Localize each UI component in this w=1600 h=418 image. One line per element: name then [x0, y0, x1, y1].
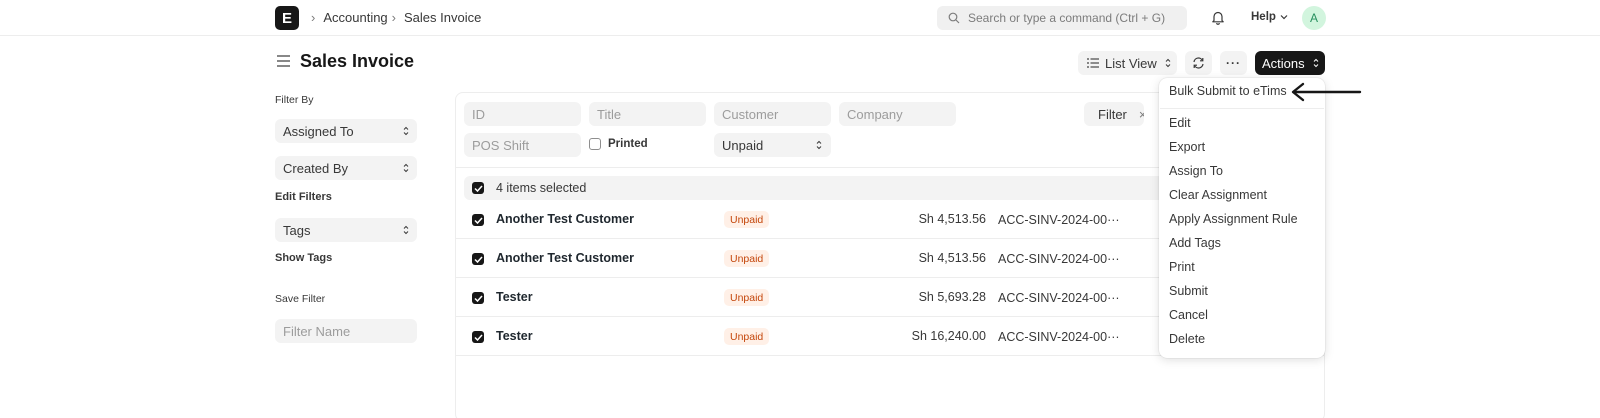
status-filter-value: Unpaid — [722, 137, 764, 153]
filter-by-label: Filter By — [275, 94, 314, 106]
company-filter-input[interactable]: Company — [839, 102, 956, 126]
check-icon — [473, 333, 483, 341]
assigned-to-label: Assigned To — [283, 123, 354, 139]
tags-select[interactable]: Tags — [275, 218, 417, 242]
refresh-icon — [1193, 57, 1204, 69]
edit-filters-link[interactable]: Edit Filters — [275, 191, 332, 203]
menu-item-delete[interactable]: Delete — [1169, 332, 1205, 346]
row-title[interactable]: Tester — [496, 290, 533, 304]
select-arrows-icon — [1313, 58, 1318, 68]
row-title[interactable]: Another Test Customer — [496, 251, 634, 265]
row-title[interactable]: Another Test Customer — [496, 212, 634, 226]
clear-filter-icon[interactable]: × — [1139, 107, 1144, 122]
select-arrows-icon — [816, 140, 822, 150]
row-checkbox[interactable] — [472, 214, 484, 226]
actions-dropdown-menu: Bulk Submit to eTims Edit Export Assign … — [1159, 78, 1325, 358]
row-doc-name: ACC-SINV-2024-00··· — [998, 330, 1120, 344]
menu-item-apply-assignment-rule[interactable]: Apply Assignment Rule — [1169, 212, 1298, 226]
ellipsis-icon: ··· — [1226, 56, 1241, 70]
check-icon — [473, 255, 483, 263]
save-filter-label: Save Filter — [275, 293, 326, 305]
breadcrumb: › Accounting › Sales Invoice — [308, 10, 481, 25]
id-filter-input[interactable]: ID — [464, 102, 581, 126]
select-arrows-icon — [1165, 58, 1171, 68]
actions-button[interactable]: Actions — [1255, 51, 1325, 75]
page-title: Sales Invoice — [300, 51, 415, 71]
status-badge: Unpaid — [724, 211, 770, 228]
sidebar-toggle-icon[interactable] — [277, 55, 290, 70]
select-arrows-icon — [403, 126, 409, 136]
chevron-right-icon: › — [311, 10, 316, 25]
menu-item-assign-to[interactable]: Assign To — [1169, 164, 1223, 178]
chevron-down-icon — [1280, 15, 1288, 20]
annotation-arrow-icon — [1291, 82, 1362, 102]
search-bar[interactable]: Search or type a command (Ctrl + G) — [937, 6, 1187, 30]
tags-label: Tags — [283, 222, 311, 238]
breadcrumb-sales-invoice[interactable]: Sales Invoice — [404, 10, 481, 25]
row-checkbox[interactable] — [472, 253, 484, 265]
menu-item-submit[interactable]: Submit — [1169, 284, 1208, 298]
select-all-checkbox[interactable] — [472, 182, 484, 194]
menu-item-cancel[interactable]: Cancel — [1169, 308, 1208, 322]
row-checkbox[interactable] — [472, 292, 484, 304]
menu-divider — [1160, 108, 1324, 109]
select-arrows-icon — [403, 225, 409, 235]
created-by-select[interactable]: Created By — [275, 156, 417, 180]
menu-item-add-tags[interactable]: Add Tags — [1169, 236, 1221, 250]
refresh-button[interactable] — [1185, 51, 1212, 75]
notifications-bell-icon[interactable] — [1211, 10, 1225, 28]
row-doc-name: ACC-SINV-2024-00··· — [998, 291, 1120, 305]
printed-label: Printed — [608, 138, 648, 150]
chevron-right-icon: › — [391, 10, 397, 25]
status-filter-select[interactable]: Unpaid — [714, 133, 831, 157]
menu-item-bulk-submit-etims[interactable]: Bulk Submit to eTims — [1169, 84, 1287, 98]
menu-item-export[interactable]: Export — [1169, 140, 1205, 154]
status-badge: Unpaid — [724, 328, 770, 345]
navbar: E › Accounting › Sales Invoice Search or… — [0, 0, 1600, 36]
menu-item-edit[interactable]: Edit — [1169, 116, 1191, 130]
row-doc-name: ACC-SINV-2024-00··· — [998, 252, 1120, 266]
filter-label: Filter — [1098, 106, 1127, 122]
breadcrumb-accounting[interactable]: Accounting — [323, 10, 387, 25]
list-icon — [1087, 58, 1099, 68]
row-amount: Sh 5,693.28 — [918, 290, 986, 304]
app-logo[interactable]: E — [275, 6, 299, 30]
row-amount: Sh 16,240.00 — [911, 329, 986, 343]
row-title[interactable]: Tester — [496, 329, 533, 343]
search-placeholder: Search or type a command (Ctrl + G) — [968, 11, 1166, 25]
row-amount: Sh 4,513.56 — [918, 212, 986, 226]
created-by-label: Created By — [283, 160, 349, 176]
help-dropdown[interactable]: Help — [1251, 11, 1288, 23]
selection-count: 4 items selected — [496, 181, 587, 195]
assigned-to-select[interactable]: Assigned To — [275, 119, 417, 143]
check-icon — [473, 294, 483, 302]
check-icon — [473, 184, 483, 192]
list-view-label: List View — [1105, 55, 1157, 71]
check-icon — [473, 216, 483, 224]
status-badge: Unpaid — [724, 250, 770, 267]
customer-filter-input[interactable]: Customer — [714, 102, 831, 126]
help-label: Help — [1251, 11, 1276, 23]
select-arrows-icon — [403, 163, 409, 173]
avatar-letter: A — [1309, 11, 1318, 25]
pos-shift-filter-input[interactable]: POS Shift — [464, 133, 581, 157]
actions-label: Actions — [1262, 55, 1305, 71]
menu-item-print[interactable]: Print — [1169, 260, 1195, 274]
status-badge: Unpaid — [724, 289, 770, 306]
filter-button[interactable]: Filter × — [1084, 102, 1144, 126]
filter-name-input[interactable]: Filter Name — [275, 319, 417, 343]
more-options-button[interactable]: ··· — [1220, 51, 1247, 75]
search-icon — [948, 12, 960, 24]
menu-item-clear-assignment[interactable]: Clear Assignment — [1169, 188, 1267, 202]
app-logo-letter: E — [281, 9, 292, 27]
row-doc-name: ACC-SINV-2024-00··· — [998, 213, 1120, 227]
show-tags-link[interactable]: Show Tags — [275, 252, 332, 264]
avatar[interactable]: A — [1302, 6, 1326, 30]
printed-filter[interactable]: Printed — [589, 138, 648, 150]
title-filter-input[interactable]: Title — [589, 102, 706, 126]
printed-checkbox[interactable] — [589, 138, 601, 150]
row-amount: Sh 4,513.56 — [918, 251, 986, 265]
row-checkbox[interactable] — [472, 331, 484, 343]
list-view-button[interactable]: List View — [1078, 51, 1177, 75]
